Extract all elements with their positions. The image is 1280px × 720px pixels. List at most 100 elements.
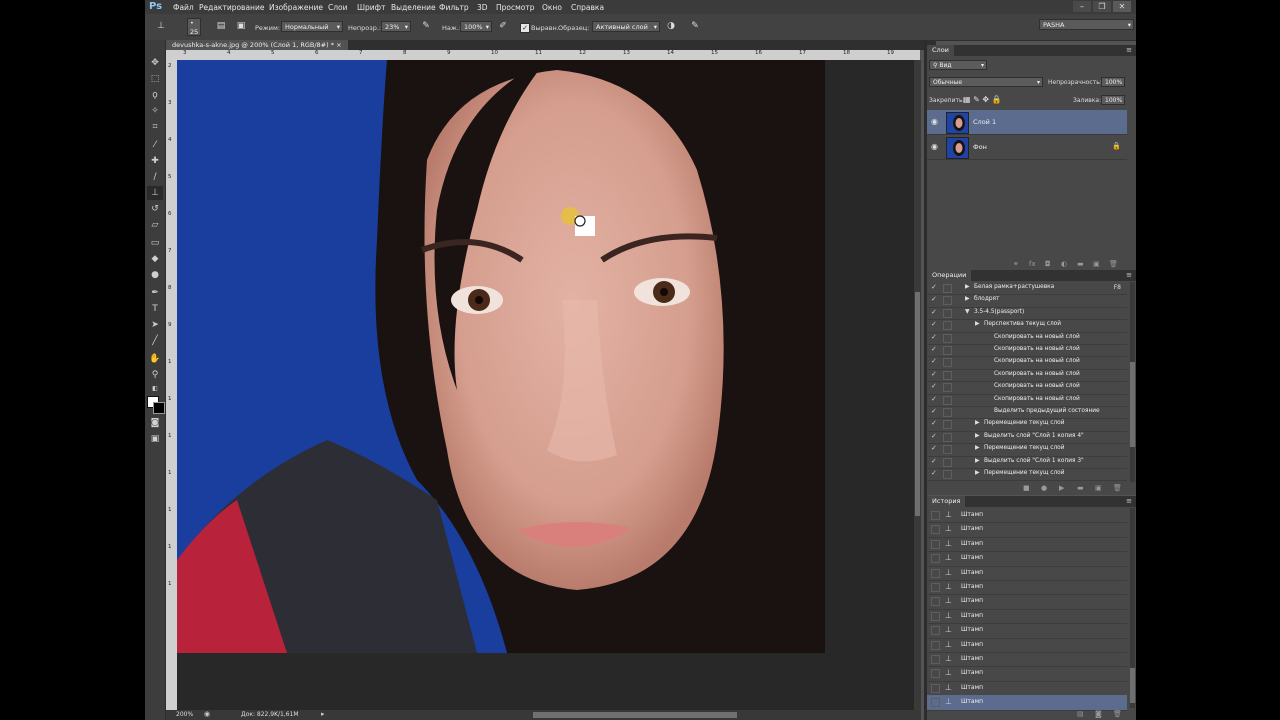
sample-dropdown[interactable]: Активный слой ▾ xyxy=(592,21,660,32)
portrait-photo[interactable] xyxy=(177,60,825,653)
menu-type[interactable]: Шрифт xyxy=(357,3,385,12)
record-icon[interactable]: ● xyxy=(1041,484,1047,492)
layer-row[interactable]: ◉ Слой 1 xyxy=(927,110,1127,135)
aligned-checkbox[interactable]: ✓ xyxy=(520,23,530,33)
history-brush-source-box[interactable] xyxy=(931,698,940,708)
horizontal-scrollbar-thumb[interactable] xyxy=(533,712,737,718)
delete-state-icon[interactable]: 🗑 xyxy=(1113,710,1122,718)
toggle-check-icon[interactable]: ✓ xyxy=(931,432,937,440)
toggle-check-icon[interactable]: ✓ xyxy=(931,370,937,378)
toggle-check-icon[interactable]: ✓ xyxy=(931,395,937,403)
action-row[interactable]: ✓ ▶ Перемещение текущ слой xyxy=(927,443,1127,457)
layer-name[interactable]: Фон xyxy=(973,143,987,151)
blend-mode-dropdown[interactable]: Обычные ▾ xyxy=(929,77,1043,87)
collapse-triangle-icon[interactable]: ▶ xyxy=(975,432,980,439)
menu-select[interactable]: Выделение xyxy=(391,3,436,12)
actions-tab[interactable]: Операции xyxy=(927,270,972,281)
collapse-triangle-icon[interactable]: ▶ xyxy=(965,283,970,290)
quick-mask-icon[interactable]: ◙ xyxy=(147,416,163,430)
new-document-icon[interactable]: ▤ xyxy=(1077,710,1084,718)
dialog-toggle-box[interactable] xyxy=(943,457,952,467)
dialog-toggle-box[interactable] xyxy=(943,333,952,343)
dialog-toggle-box[interactable] xyxy=(943,420,952,430)
action-row[interactable]: ✓ Скопировать на новый слой xyxy=(927,369,1127,383)
eye-icon[interactable]: ◉ xyxy=(931,142,938,151)
toggle-check-icon[interactable]: ✓ xyxy=(931,283,937,291)
toggle-check-icon[interactable]: ✓ xyxy=(931,357,937,365)
history-state[interactable]: ⊥ Штамп xyxy=(927,566,1127,581)
default-colors-icon[interactable]: ◧ xyxy=(147,382,163,396)
gradient-tool-icon[interactable]: ▭ xyxy=(147,236,163,250)
history-brush-source-box[interactable] xyxy=(931,554,940,564)
menu-image[interactable]: Изображение xyxy=(269,3,323,12)
marquee-tool-icon[interactable]: ⬚ xyxy=(147,72,163,86)
layer-row[interactable]: ◉ Фон 🔒 xyxy=(927,135,1127,160)
dialog-toggle-box[interactable] xyxy=(943,370,952,380)
toggle-check-icon[interactable]: ✓ xyxy=(931,382,937,390)
toggle-check-icon[interactable]: ✓ xyxy=(931,419,937,427)
scrollbar-thumb[interactable] xyxy=(915,292,920,516)
delete-action-icon[interactable]: 🗑 xyxy=(1113,484,1122,492)
snapshot-icon[interactable]: ◙ xyxy=(1095,710,1102,718)
history-scrollbar[interactable] xyxy=(1130,508,1135,708)
menu-layers[interactable]: Слои xyxy=(328,3,348,12)
brush-preset-picker[interactable]: • 25 xyxy=(187,18,201,36)
toggle-check-icon[interactable]: ✓ xyxy=(931,469,937,477)
panel-menu-icon[interactable]: ≡ xyxy=(1126,45,1132,56)
history-brush-tool-icon[interactable]: ↺ xyxy=(147,202,163,216)
clone-stamp-tool-icon[interactable]: ⊥ xyxy=(147,186,163,200)
minimize-icon[interactable]: – xyxy=(1073,1,1091,12)
dialog-toggle-box[interactable] xyxy=(943,284,952,293)
panel-menu-icon[interactable]: ≡ xyxy=(1126,270,1132,281)
actions-scrollbar[interactable] xyxy=(1130,282,1135,482)
toggle-check-icon[interactable]: ✓ xyxy=(931,295,937,303)
restore-icon[interactable]: ❐ xyxy=(1093,1,1111,12)
history-state[interactable]: ⊥ Штамп xyxy=(927,652,1127,668)
add-mask-icon[interactable]: ◘ xyxy=(1045,260,1051,268)
new-layer-icon[interactable]: ▣ xyxy=(1093,260,1100,268)
history-state[interactable]: ⊥ Штамп xyxy=(927,508,1127,524)
toggle-check-icon[interactable]: ✓ xyxy=(931,444,937,452)
vertical-scrollbar[interactable] xyxy=(914,60,921,710)
history-state[interactable]: ⊥ Штамп xyxy=(927,609,1127,625)
menu-filter[interactable]: Фильтр xyxy=(439,3,469,12)
menu-window[interactable]: Окно xyxy=(542,3,562,12)
action-row[interactable]: ✓ Скопировать на новый слой xyxy=(927,394,1127,407)
dodge-tool-icon[interactable]: ● xyxy=(147,268,163,282)
clone-stamp-tool-icon[interactable]: ⊥ xyxy=(155,20,167,33)
history-state[interactable]: ⊥ Штамп xyxy=(927,580,1127,596)
history-brush-source-box[interactable] xyxy=(931,525,940,535)
menu-help[interactable]: Справка xyxy=(571,3,604,12)
eraser-tool-icon[interactable]: ▱ xyxy=(147,218,163,232)
blur-tool-icon[interactable]: ◆ xyxy=(147,252,163,266)
history-state[interactable]: ⊥ Штамп xyxy=(927,666,1127,682)
new-set-icon[interactable]: ▬ xyxy=(1077,484,1084,492)
collapse-triangle-icon[interactable]: ▶ xyxy=(965,295,970,302)
brush-tool-icon[interactable]: ∕ xyxy=(147,170,163,184)
toggle-check-icon[interactable]: ✓ xyxy=(931,457,937,465)
collapse-triangle-icon[interactable]: ▶ xyxy=(975,444,980,451)
layer-style-icon[interactable]: fx xyxy=(1029,260,1036,268)
history-brush-source-box[interactable] xyxy=(931,626,940,636)
history-state[interactable]: ⊥ Штамп xyxy=(927,638,1127,653)
layers-tab[interactable]: Слои xyxy=(927,45,954,56)
delete-layer-icon[interactable]: 🗑 xyxy=(1109,260,1118,268)
layer-opacity-field[interactable]: 100% xyxy=(1101,77,1125,87)
dialog-toggle-box[interactable] xyxy=(943,383,952,393)
dialog-toggle-box[interactable] xyxy=(943,408,952,417)
menu-3d[interactable]: 3D xyxy=(477,3,488,12)
history-state[interactable]: ⊥ Штамп xyxy=(927,681,1127,697)
history-brush-source-box[interactable] xyxy=(931,669,940,679)
document-tab[interactable]: devushka-s-akne.jpg @ 200% (Слой 1, RGB/… xyxy=(166,40,348,50)
action-row[interactable]: ✓ ▼ 3.5-4.5(passport) xyxy=(927,307,1127,321)
action-row[interactable]: ✓ ▶ Выделить слой "Слой 1 копия 3" xyxy=(927,456,1127,469)
expand-triangle-icon[interactable]: ▼ xyxy=(965,308,970,315)
history-brush-source-box[interactable] xyxy=(931,597,940,607)
collapse-triangle-icon[interactable]: ▶ xyxy=(975,320,980,327)
collapse-triangle-icon[interactable]: ▶ xyxy=(975,419,980,426)
fill-field[interactable]: 100% xyxy=(1101,95,1125,105)
workspace-dropdown[interactable]: PASHA ▾ xyxy=(1039,19,1134,30)
history-tab[interactable]: История xyxy=(927,496,966,507)
layer-name[interactable]: Слой 1 xyxy=(973,118,996,126)
dialog-toggle-box[interactable] xyxy=(943,432,952,442)
